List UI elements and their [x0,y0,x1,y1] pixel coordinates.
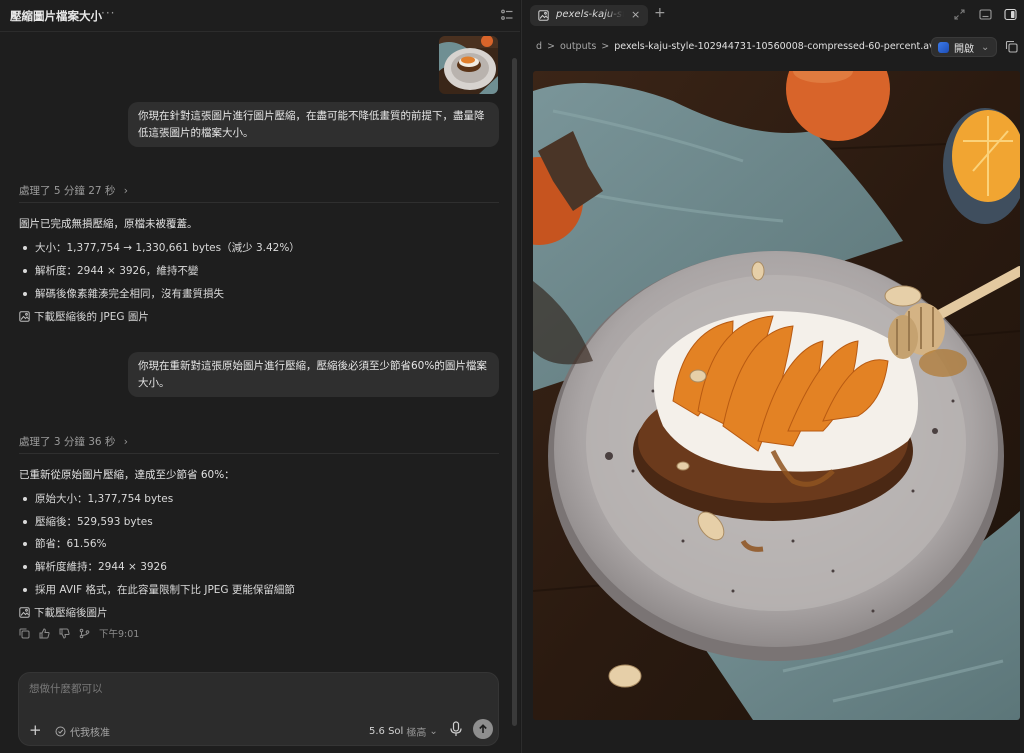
copy-path-icon[interactable] [1005,40,1018,53]
add-attachment-button[interactable]: + [29,721,42,739]
breadcrumb-separator: > [547,41,555,52]
more-options-button[interactable]: ··· [101,6,115,20]
list-item: 解析度：2944 × 3926，維持不變 [22,263,198,278]
model-selector[interactable]: 5.6 Sol 極高 ⌄ [369,724,438,739]
message-composer: + 代我核准 5.6 Sol 極高 ⌄ [18,672,499,746]
message-input[interactable] [29,683,429,695]
breadcrumb-separator: > [601,41,610,52]
copy-icon[interactable] [19,628,30,639]
arrow-up-icon [479,724,487,733]
thought-duration-toggle[interactable]: 處理了 5 分鐘 27 秒 › [19,183,128,198]
split-panel-icon[interactable] [1004,8,1017,21]
download-link-image[interactable]: 下載壓縮後圖片 [19,605,108,620]
breadcrumb-item[interactable]: outputs [560,41,596,52]
list-item: 解析度維持：2944 × 3926 [23,559,167,574]
image-file-icon [19,607,30,618]
breadcrumb: d > outputs > pexels-kaju-style-10294473… [536,41,941,52]
list-item: 原始大小：1,377,754 bytes [22,491,173,506]
reasoning-effort: 極高 [406,728,427,739]
thought-duration-text: 處理了 5 分鐘 27 秒 [19,185,116,197]
chevron-down-icon: ⌄ [981,41,990,53]
breadcrumb-filename: pexels-kaju-style-102944731-10560008-com… [614,41,941,52]
image-file-icon [19,311,30,322]
task-list-icon[interactable] [500,8,514,22]
chevron-right-icon: › [123,436,128,448]
chevron-down-icon: ⌄ [429,726,438,737]
image-file-icon [538,10,549,21]
branch-icon[interactable] [79,628,90,639]
assistant-answer-title: 圖片已完成無損壓縮，原檔未被覆蓋。 [19,218,198,230]
message-actions: 下午9:01 [19,626,139,640]
terminal-icon[interactable] [979,8,992,21]
thumbs-down-icon[interactable] [59,628,70,639]
preview-tab-bar: pexels-kaju-style × + [522,0,1024,30]
attached-image-thumbnail[interactable] [439,36,498,94]
divider [19,453,499,454]
breadcrumb-item[interactable]: d [536,41,542,52]
message-timestamp: 下午9:01 [99,629,140,640]
chevron-right-icon: › [123,185,128,197]
new-tab-button[interactable]: + [654,5,666,21]
list-item: 大小：1,377,754 → 1,330,661 bytes（減少 3.42%） [23,240,300,255]
shield-icon [55,726,66,737]
chat-pane: 壓縮圖片檔案大小 ··· 你現在針對這張圖片進行圖片壓縮，在盡可能不降低畫質的前… [0,0,520,753]
chat-scrollbar[interactable] [512,58,517,726]
list-item: 壓縮後：529,593 bytes [23,514,153,529]
food-photo [533,71,1020,720]
user-message-bubble: 你現在針對這張圖片進行圖片壓縮，在盡可能不降低畫質的前提下，盡量降低這張圖片的檔… [128,102,499,147]
user-message-bubble: 你現在重新對這張原始圖片進行壓縮，壓縮後必須至少節省60%的圖片檔案大小。 [128,352,499,397]
thought-duration-text: 處理了 3 分鐘 36 秒 [19,436,116,448]
open-with-button[interactable]: 開啟 ⌄ [931,37,997,57]
file-tab[interactable]: pexels-kaju-style × [530,5,648,26]
expand-icon[interactable] [953,8,966,21]
file-preview-pane: pexels-kaju-style × + d > outputs > pexe… [521,0,1024,753]
microphone-icon[interactable] [449,721,463,737]
app-icon [938,41,949,53]
file-tab-label: pexels-kaju-style [556,9,624,20]
download-link-jpeg[interactable]: 下載壓縮後的 JPEG 圖片 [19,309,149,324]
list-item: 解碼後像素雜湊完全相同，沒有畫質損失 [23,286,224,301]
list-item: 採用 AVIF 格式，在此容量限制下比 JPEG 更能保留細節 [23,582,295,597]
chat-header: 壓縮圖片檔案大小 ··· [0,0,520,32]
assistant-answer-title: 已重新從原始圖片壓縮，達成至少節省 60%： [19,469,235,481]
thumbs-up-icon[interactable] [39,627,50,639]
image-preview [533,71,1020,720]
close-tab-icon[interactable]: × [631,8,640,21]
divider [19,202,499,203]
thought-duration-toggle[interactable]: 處理了 3 分鐘 36 秒 › [19,434,128,449]
send-button[interactable] [473,719,493,739]
model-name: 5.6 Sol [369,726,404,737]
chat-title: 壓縮圖片檔案大小 [10,9,102,23]
approval-mode-button[interactable]: 代我核准 [55,724,110,739]
list-item: 節省：61.56% [23,536,107,551]
